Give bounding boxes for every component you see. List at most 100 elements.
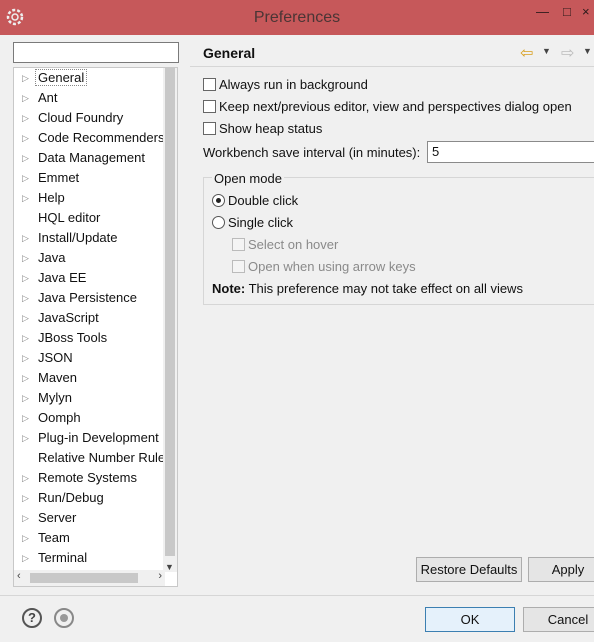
expand-arrow-icon[interactable]: ▷ — [22, 248, 32, 268]
import-export-icon[interactable] — [54, 608, 74, 628]
tree-item-label: JBoss Tools — [38, 330, 108, 345]
expand-arrow-icon[interactable]: ▷ — [22, 488, 32, 508]
single-click-radio[interactable] — [212, 216, 225, 229]
select-on-hover-option[interactable]: Select on hover — [232, 236, 338, 254]
back-dropdown-icon[interactable]: ▼ — [542, 46, 551, 56]
expand-arrow-icon[interactable]: ▷ — [22, 268, 32, 288]
tree-item[interactable]: ▷ Install/Update — [14, 228, 164, 248]
expand-arrow-icon[interactable]: ▷ — [22, 408, 32, 428]
title-bar: Preferences — □ × — [0, 0, 594, 35]
tree-item[interactable]: ▷ Oomph — [14, 408, 164, 428]
tree-item-label: Java EE — [38, 270, 87, 285]
show-heap-checkbox[interactable] — [203, 122, 216, 135]
show-heap-option[interactable]: Show heap status — [203, 120, 322, 138]
tree-item[interactable]: ▷ Emmet — [14, 168, 164, 188]
tree-item[interactable]: ▷ Server — [14, 508, 164, 528]
maximize-icon[interactable]: □ — [563, 4, 571, 19]
expand-arrow-icon[interactable]: ▷ — [22, 428, 32, 448]
tree-item-label: Java — [38, 250, 66, 265]
scrollbar-thumb[interactable] — [165, 68, 175, 556]
tree-item[interactable]: HQL editor — [14, 208, 164, 228]
expand-arrow-icon[interactable]: ▷ — [22, 108, 32, 128]
tree-item[interactable]: ▷ Java Persistence — [14, 288, 164, 308]
tree-item-label: Maven — [38, 370, 78, 385]
scroll-right-icon[interactable]: › — [158, 570, 162, 582]
tree-item-label: Ant — [38, 90, 58, 105]
select-on-hover-checkbox[interactable] — [232, 238, 245, 251]
expand-arrow-icon[interactable]: ▷ — [22, 88, 32, 108]
preference-page: General ⇦ ▼ ⇨ ▼ Always run in background… — [190, 35, 594, 595]
expand-arrow-icon[interactable]: ▷ — [22, 468, 32, 488]
back-arrow-icon[interactable]: ⇦ — [520, 43, 533, 63]
tree-item-label: HQL editor — [38, 210, 101, 225]
scroll-left-icon[interactable]: ‹ — [17, 570, 21, 582]
double-click-label: Double click — [228, 193, 299, 208]
always-run-bg-checkbox[interactable] — [203, 78, 216, 91]
tree-item[interactable]: ▷ Java — [14, 248, 164, 268]
tree-item[interactable]: ▷ Maven — [14, 368, 164, 388]
tree-item[interactable]: ▷ Plug-in Development — [14, 428, 164, 448]
expand-arrow-icon[interactable]: ▷ — [22, 508, 32, 528]
tree-item[interactable]: ▷ Mylyn — [14, 388, 164, 408]
tree-item[interactable]: ▷ JSON — [14, 348, 164, 368]
expand-arrow-icon[interactable]: ▷ — [22, 388, 32, 408]
always-run-bg-label: Always run in background — [219, 77, 368, 92]
expand-arrow-icon[interactable]: ▷ — [22, 548, 32, 568]
expand-arrow-icon[interactable]: ▷ — [22, 228, 32, 248]
expand-arrow-icon[interactable]: ▷ — [22, 128, 32, 148]
tree-horizontal-scrollbar[interactable]: ‹ › — [14, 570, 165, 586]
apply-button[interactable]: Apply — [528, 557, 594, 582]
tree-item[interactable]: ▷ Code Recommenders — [14, 128, 164, 148]
scroll-down-icon[interactable]: ▼ — [165, 562, 174, 572]
always-run-bg-option[interactable]: Always run in background — [203, 76, 368, 94]
tree-item[interactable]: ▷ Team — [14, 528, 164, 548]
tree-item[interactable]: ▷ Data Management — [14, 148, 164, 168]
minimize-icon[interactable]: — — [536, 4, 549, 19]
ok-button[interactable]: OK — [425, 607, 515, 632]
forward-arrow-icon[interactable]: ⇨ — [561, 43, 574, 63]
keep-next-prev-option[interactable]: Keep next/previous editor, view and pers… — [203, 98, 572, 116]
tree-item[interactable]: ▷ JBoss Tools — [14, 328, 164, 348]
expand-arrow-icon[interactable]: ▷ — [22, 528, 32, 548]
expand-arrow-icon[interactable]: ▷ — [22, 148, 32, 168]
tree-item[interactable]: ▷ Ant — [14, 88, 164, 108]
filter-input[interactable] — [13, 42, 179, 63]
open-arrow-keys-option[interactable]: Open when using arrow keys — [232, 258, 416, 276]
expand-arrow-icon[interactable]: ▷ — [22, 68, 32, 88]
tree-item-label: Mylyn — [38, 390, 72, 405]
expand-arrow-icon[interactable]: ▷ — [22, 288, 32, 308]
double-click-option[interactable]: Double click — [212, 192, 298, 210]
restore-defaults-button[interactable]: Restore Defaults — [416, 557, 522, 582]
forward-dropdown-icon[interactable]: ▼ — [583, 46, 592, 56]
help-icon[interactable]: ? — [22, 608, 42, 628]
expand-arrow-icon[interactable]: ▷ — [22, 188, 32, 208]
cancel-button[interactable]: Cancel — [523, 607, 594, 632]
scrollbar-thumb[interactable] — [30, 573, 138, 583]
tree-item-label: Team — [38, 530, 70, 545]
tree-item[interactable]: ▷ Terminal — [14, 548, 164, 568]
open-arrow-keys-checkbox[interactable] — [232, 260, 245, 273]
single-click-option[interactable]: Single click — [212, 214, 293, 232]
tree-item[interactable]: Relative Number Rule — [14, 448, 165, 468]
keep-next-prev-checkbox[interactable] — [203, 100, 216, 113]
tree-item[interactable]: ▷ Help — [14, 188, 164, 208]
tree-item-label: Plug-in Development — [38, 430, 159, 445]
double-click-radio[interactable] — [212, 194, 225, 207]
tree-item[interactable]: ▷ Remote Systems — [14, 468, 164, 488]
tree-item[interactable]: ▷ Java EE — [14, 268, 164, 288]
tree-item[interactable]: ▷ Cloud Foundry — [14, 108, 164, 128]
tree-item-label: Terminal — [38, 550, 88, 565]
expand-arrow-icon[interactable]: ▷ — [22, 368, 32, 388]
tree-item[interactable]: ▷ Run/Debug — [14, 488, 164, 508]
tree-item-label: Oomph — [38, 410, 81, 425]
tree-item[interactable]: ▷ JavaScript — [14, 308, 164, 328]
expand-arrow-icon[interactable]: ▷ — [22, 308, 32, 328]
tree-item-label: Server — [38, 510, 77, 525]
tree-item[interactable]: ▷ General — [14, 68, 164, 88]
expand-arrow-icon[interactable]: ▷ — [22, 348, 32, 368]
expand-arrow-icon[interactable]: ▷ — [22, 328, 32, 348]
tree-vertical-scrollbar[interactable]: ▼ — [163, 68, 177, 572]
expand-arrow-icon[interactable]: ▷ — [22, 168, 32, 188]
save-interval-input[interactable]: 5 — [427, 141, 594, 163]
close-icon[interactable]: × — [582, 4, 590, 19]
